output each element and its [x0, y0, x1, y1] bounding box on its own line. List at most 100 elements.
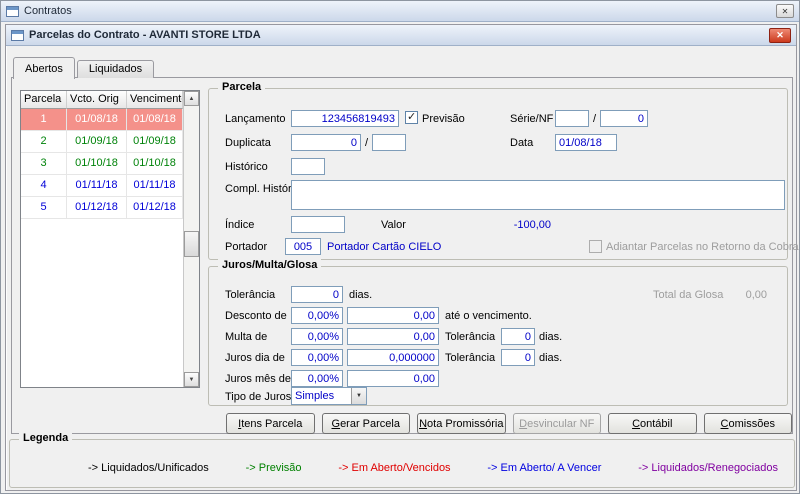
cell-vcto-orig: 01/09/18 [67, 131, 127, 153]
duplicata-field-1[interactable] [291, 134, 361, 151]
cell-parcela: 5 [21, 197, 67, 219]
tab-label: Abertos [25, 63, 63, 75]
grid-scrollbar[interactable]: ▲ ▼ [183, 91, 199, 387]
historico-label: Histórico [225, 161, 268, 173]
portador-label: Portador [225, 241, 267, 253]
itens-parcela-button[interactable]: Itens Parcela [226, 413, 315, 434]
legend-previsao: -> Previsão [246, 462, 302, 474]
column-header-parcela[interactable]: Parcela [21, 91, 67, 109]
tolerancia-label: Tolerância [225, 289, 275, 301]
juros-multa-glosa-groupbox: Juros/Multa/Glosa Tolerância dias. Total… [208, 266, 788, 406]
legend-items: -> Liquidados/Unificados -> Previsão -> … [88, 462, 778, 474]
juros-group-title: Juros/Multa/Glosa [218, 259, 321, 271]
multa-dias-label: dias. [539, 331, 562, 343]
abertos-tab-panel: Parcela Vcto. Orig Vencimento 1 01/08/18… [11, 77, 793, 434]
tab-liquidados[interactable]: Liquidados [77, 60, 154, 78]
legend-liquidados-renegociados: -> Liquidados/Renegociados [638, 462, 778, 474]
juros-dia-valor-field[interactable] [347, 349, 439, 366]
juros-mes-valor-field[interactable] [347, 370, 439, 387]
indice-label: Índice [225, 219, 254, 231]
multa-tolerancia-field[interactable] [501, 328, 535, 345]
juros-dia-label: Juros dia de [225, 352, 285, 364]
previsao-checkbox[interactable]: ✓ [405, 111, 418, 124]
button-label: Contábil [632, 418, 672, 430]
desconto-label: Desconto de [225, 310, 287, 322]
cell-vencimento: 01/09/18 [127, 131, 183, 153]
cell-parcela: 2 [21, 131, 67, 153]
adiantar-label: Adiantar Parcelas no Retorno da Cobrança [606, 241, 800, 253]
scroll-up-icon[interactable]: ▲ [184, 91, 199, 106]
nota-promissoria-button[interactable]: Nota Promissória [417, 413, 506, 434]
indice-field[interactable] [291, 216, 345, 233]
table-row[interactable]: 3 01/10/18 01/10/18 [21, 153, 199, 175]
duplicata-separator: / [365, 137, 368, 149]
portador-code-field[interactable] [285, 238, 321, 255]
serie-nf-field-1[interactable] [555, 110, 589, 127]
multa-pct-field[interactable] [291, 328, 343, 345]
scroll-down-glyph: ▼ [189, 377, 195, 383]
ate-vencimento-label: até o vencimento. [445, 310, 532, 322]
button-label: Comissões [721, 418, 775, 430]
parcelas-grid: Parcela Vcto. Orig Vencimento 1 01/08/18… [20, 90, 200, 388]
adiantar-checkbox [589, 240, 602, 253]
parcela-group-title: Parcela [218, 81, 265, 93]
contratos-window: Contratos ✕ Parcelas do Contrato - AVANT… [0, 0, 800, 494]
column-header-vencimento[interactable]: Vencimento [127, 91, 183, 109]
tipo-juros-label: Tipo de Juros [225, 391, 291, 403]
historico-field[interactable] [291, 158, 325, 175]
dialog-close-button[interactable]: ✕ [769, 28, 791, 43]
tolerancia-field[interactable] [291, 286, 343, 303]
table-row[interactable]: 4 01/11/18 01/11/18 [21, 175, 199, 197]
serie-nf-label: Série/NF [510, 113, 553, 125]
dialog-titlebar[interactable]: Parcelas do Contrato - AVANTI STORE LTDA… [6, 25, 796, 46]
check-icon: ✓ [407, 110, 416, 123]
window-titlebar[interactable]: Contratos ✕ [1, 1, 799, 22]
legend-em-aberto-vencidos: -> Em Aberto/Vencidos [338, 462, 450, 474]
table-row[interactable]: 5 01/12/18 01/12/18 [21, 197, 199, 219]
cell-parcela: 1 [21, 109, 67, 131]
cell-parcela: 3 [21, 153, 67, 175]
cell-parcela: 4 [21, 175, 67, 197]
comissoes-button[interactable]: Comissões [704, 413, 793, 434]
juros-dia-tolerancia-field[interactable] [501, 349, 535, 366]
button-label: Nota Promissória [419, 418, 503, 430]
juros-dia-tolerancia-label: Tolerância [445, 352, 495, 364]
table-row[interactable]: 1 01/08/18 01/08/18 [21, 109, 199, 131]
serie-nf-field-2[interactable] [600, 110, 648, 127]
data-field[interactable] [555, 134, 617, 151]
compl-historico-field[interactable] [291, 180, 785, 210]
juros-dia-dias-label: dias. [539, 352, 562, 364]
desvincular-nf-button[interactable]: Desvincular NF [513, 413, 602, 434]
scroll-down-icon[interactable]: ▼ [184, 372, 199, 387]
close-icon: ✕ [782, 7, 789, 16]
gerar-parcela-button[interactable]: Gerar Parcela [322, 413, 411, 434]
window-close-button[interactable]: ✕ [776, 4, 794, 18]
contabil-button[interactable]: Contábil [608, 413, 697, 434]
tipo-juros-select[interactable]: Simples ▼ [291, 387, 367, 405]
scroll-up-glyph: ▲ [189, 96, 195, 102]
button-label: Gerar Parcela [332, 418, 400, 430]
dialog-icon [11, 30, 24, 41]
duplicata-field-2[interactable] [372, 134, 406, 151]
table-row[interactable]: 2 01/09/18 01/09/18 [21, 131, 199, 153]
juros-mes-label: Juros mês de [225, 373, 291, 385]
cell-vencimento: 01/12/18 [127, 197, 183, 219]
desconto-valor-field[interactable] [347, 307, 439, 324]
portador-description: Portador Cartão CIELO [327, 241, 441, 253]
grid-header: Parcela Vcto. Orig Vencimento [21, 91, 199, 109]
multa-valor-field[interactable] [347, 328, 439, 345]
juros-mes-pct-field[interactable] [291, 370, 343, 387]
total-glosa-value: 0,00 [709, 289, 767, 301]
scrollbar-thumb[interactable] [184, 231, 199, 257]
chevron-down-icon[interactable]: ▼ [351, 388, 366, 404]
multa-tolerancia-label: Tolerância [445, 331, 495, 343]
cell-vcto-orig: 01/10/18 [67, 153, 127, 175]
close-icon: ✕ [776, 30, 784, 41]
column-header-vcto-orig[interactable]: Vcto. Orig [67, 91, 127, 109]
tab-abertos[interactable]: Abertos [13, 57, 75, 79]
lancamento-field[interactable] [291, 110, 399, 127]
serie-nf-separator: / [593, 113, 596, 125]
cell-vcto-orig: 01/11/18 [67, 175, 127, 197]
juros-dia-pct-field[interactable] [291, 349, 343, 366]
desconto-pct-field[interactable] [291, 307, 343, 324]
